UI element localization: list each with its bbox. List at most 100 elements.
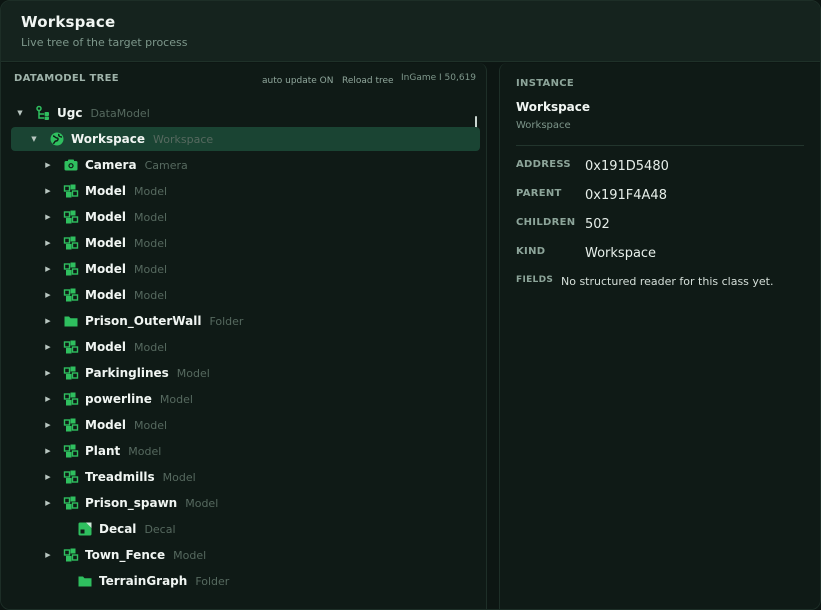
tree-node-name: Model xyxy=(85,418,127,432)
process-status: InGame I 50,619 xyxy=(401,73,477,83)
model-icon xyxy=(63,391,79,407)
tree-node-class: Camera xyxy=(144,158,188,172)
caret-right-icon[interactable]: ▶ xyxy=(43,161,53,169)
tree-node-class: Model xyxy=(162,470,196,484)
tree-node-class: Workspace xyxy=(153,132,214,146)
tree-node-name: Town_Fence xyxy=(85,548,166,562)
tree-node-name: Parkinglines xyxy=(85,366,169,380)
tree-node[interactable]: ▶ Model Model xyxy=(43,413,167,437)
tree-node[interactable]: ▶ Prison_spawn Model xyxy=(43,491,218,515)
tree-node-name: Workspace xyxy=(71,132,146,146)
datamodel-tree-panel: DATAMODEL TREE auto update ON Reload tre… xyxy=(1,63,487,609)
model-icon xyxy=(63,339,79,355)
caret-right-icon[interactable]: ▶ xyxy=(43,395,53,403)
tree-node[interactable]: ▶ Model Model xyxy=(43,335,167,359)
tree-node-class: Model xyxy=(134,340,168,354)
tree-node-class: DataModel xyxy=(90,106,150,120)
datamodel-icon xyxy=(35,105,51,121)
tree-node[interactable]: ▶ Camera Camera xyxy=(43,153,188,177)
tree-node[interactable]: ▶ Model Model xyxy=(43,231,167,255)
caret-right-icon[interactable]: ▶ xyxy=(43,317,53,325)
tree-node-class: Model xyxy=(134,210,168,224)
caret-right-icon[interactable]: ▶ xyxy=(43,291,53,299)
caret-right-icon[interactable]: ▶ xyxy=(43,187,53,195)
tree-node-name: Plant xyxy=(85,444,121,458)
tree-node[interactable]: ▶ Model Model xyxy=(43,179,167,203)
tree-node-name: Camera xyxy=(85,158,137,172)
tree-node-class: Model xyxy=(134,262,168,276)
model-icon xyxy=(63,365,79,381)
model-icon xyxy=(63,287,79,303)
caret-right-icon[interactable]: ▶ xyxy=(43,447,53,455)
model-icon xyxy=(63,183,79,199)
tree-node[interactable]: ▶ Model Model xyxy=(43,205,167,229)
tree-node-class: Folder xyxy=(209,314,244,328)
model-icon xyxy=(63,443,79,459)
tree-node-name: Model xyxy=(85,262,127,276)
caret-right-icon[interactable]: ▶ xyxy=(43,213,53,221)
tree-node[interactable]: ▶ Model Model xyxy=(43,257,167,281)
tree-node[interactable]: ▶ Parkinglines Model xyxy=(43,361,210,385)
folder-icon xyxy=(77,573,93,589)
caret-right-icon[interactable]: ▶ xyxy=(43,499,53,507)
tree-node[interactable]: ▶ Model Model xyxy=(43,283,167,307)
tree-node-name: Prison_spawn xyxy=(85,496,178,510)
parent-label: PARENT xyxy=(516,188,562,199)
fields-label: FIELDS xyxy=(516,275,554,285)
caret-down-icon[interactable]: ▼ xyxy=(15,109,25,117)
caret-right-icon[interactable]: ▶ xyxy=(43,265,53,273)
tree-node[interactable]: ▶ Treadmills Model xyxy=(43,465,196,489)
instance-panel: INSTANCE Workspace Workspace ADDRESS 0x1… xyxy=(499,63,820,609)
model-icon xyxy=(63,469,79,485)
tree-node[interactable]: ▶TerrainGraphFolder xyxy=(57,569,229,593)
page-subtitle: Live tree of the target process xyxy=(21,36,188,49)
caret-down-icon[interactable]: ▼ xyxy=(29,135,39,143)
page-title: Workspace xyxy=(21,13,116,31)
tree-node-name: Model xyxy=(85,236,127,250)
tree-node[interactable]: ▶ powerline Model xyxy=(43,387,193,411)
tree-node-name: Prison_OuterWall xyxy=(85,314,202,328)
address-value: 0x191D5480 xyxy=(585,159,669,174)
tree-node-class: Model xyxy=(134,236,168,250)
tree-node-class: Model xyxy=(134,418,168,432)
tree-node-name: Treadmills xyxy=(85,470,155,484)
caret-right-icon[interactable]: ▶ xyxy=(43,421,53,429)
tree-node-name: Model xyxy=(85,340,127,354)
divider xyxy=(516,145,804,146)
parent-value: 0x191F4A48 xyxy=(585,188,667,203)
children-label: CHILDREN xyxy=(516,217,576,228)
auto-update-toggle[interactable]: auto update ON xyxy=(262,76,334,86)
tree-node-class: Model xyxy=(134,288,168,302)
tree-node-selected[interactable]: ▼ Workspace Workspace xyxy=(11,127,480,151)
caret-right-icon[interactable]: ▶ xyxy=(43,343,53,351)
model-icon xyxy=(63,417,79,433)
tree-node-class: Model xyxy=(128,444,162,458)
instance-label: INSTANCE xyxy=(516,78,575,89)
page-header: Workspace Live tree of the target proces… xyxy=(1,1,820,62)
tree-node[interactable]: ▶ Town_Fence Model xyxy=(43,543,206,567)
caret-right-icon[interactable]: ▶ xyxy=(43,473,53,481)
tree-node[interactable]: ▼ Ugc DataModel xyxy=(15,101,150,125)
model-icon xyxy=(63,261,79,277)
tree-node-name: Ugc xyxy=(57,106,83,120)
model-icon xyxy=(63,547,79,563)
decal-icon xyxy=(77,521,93,537)
caret-right-icon[interactable]: ▶ xyxy=(43,239,53,247)
tree-node-class: Model xyxy=(185,496,219,510)
reload-tree-button[interactable]: Reload tree xyxy=(342,76,394,86)
instance-class: Workspace xyxy=(516,120,571,131)
model-icon xyxy=(63,235,79,251)
tree-node[interactable]: ▶ Plant Model xyxy=(43,439,161,463)
tree-panel-title: DATAMODEL TREE xyxy=(14,73,119,84)
tree-node-class: Model xyxy=(159,392,193,406)
tree-node-name: TerrainGraph xyxy=(99,574,188,588)
tree-node[interactable]: ▶DecalDecal xyxy=(57,517,176,541)
tree-node[interactable]: ▶ Prison_OuterWall Folder xyxy=(43,309,243,333)
children-value: 502 xyxy=(585,217,610,232)
kind-label: KIND xyxy=(516,246,546,257)
kind-value: Workspace xyxy=(585,246,657,261)
tree-node-class: Model xyxy=(176,366,210,380)
app-window: Workspace Live tree of the target proces… xyxy=(0,0,821,610)
caret-right-icon[interactable]: ▶ xyxy=(43,551,53,559)
caret-right-icon[interactable]: ▶ xyxy=(43,369,53,377)
